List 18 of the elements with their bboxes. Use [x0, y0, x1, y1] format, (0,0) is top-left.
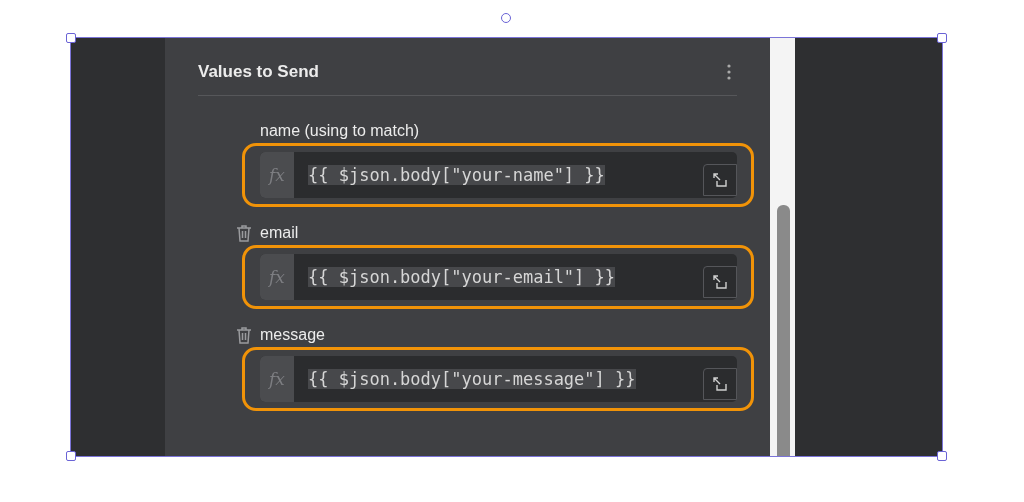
field-label: email [260, 224, 299, 242]
expand-icon [713, 377, 727, 391]
rotate-handle[interactable] [501, 13, 511, 23]
expand-button[interactable] [703, 368, 737, 400]
expression-text: {{ $json.body["your-email"] }} [308, 267, 616, 287]
trash-icon[interactable] [236, 224, 252, 242]
scrollbar-thumb[interactable] [777, 205, 790, 456]
field-label: message [260, 326, 325, 344]
more-icon[interactable] [727, 64, 731, 80]
expand-icon [713, 173, 727, 187]
expand-button[interactable] [703, 266, 737, 298]
expand-icon [713, 275, 727, 289]
field-label: name (using to match) [260, 122, 420, 140]
expression-text: {{ $json.body["your-message"] }} [308, 369, 636, 389]
expression-text: {{ $json.body["your-name"] }} [308, 165, 605, 185]
trash-icon[interactable] [236, 326, 252, 344]
panel-title: Values to Send [198, 62, 319, 82]
expand-button[interactable] [703, 164, 737, 196]
